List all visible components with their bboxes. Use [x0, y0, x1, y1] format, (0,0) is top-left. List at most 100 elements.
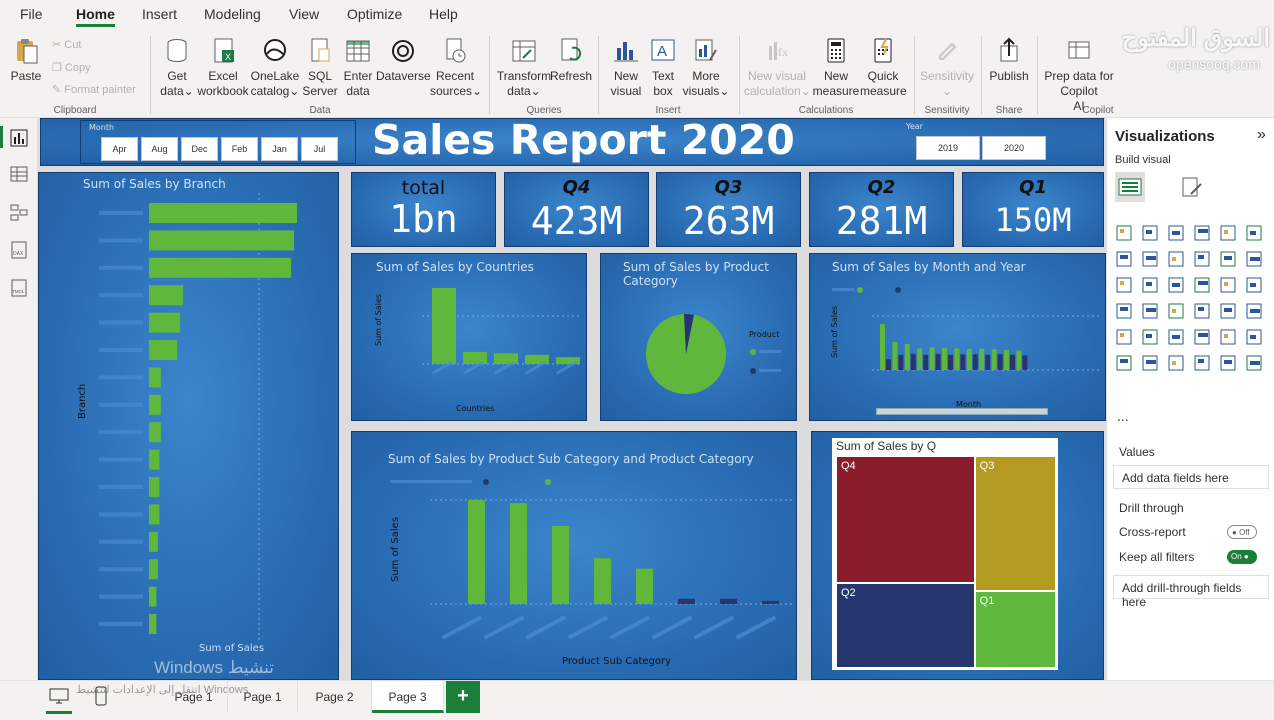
visual-azure-map-icon[interactable]	[1141, 302, 1159, 320]
visual-waterfall-icon[interactable]	[1219, 250, 1237, 268]
page-tab-1[interactable]: Page 1	[160, 681, 228, 713]
visual-100-column-icon[interactable]	[1245, 224, 1263, 242]
report-view-icon[interactable]	[9, 128, 29, 148]
kpi-card-q3[interactable]: Q3 263M	[656, 172, 801, 247]
page-tab-1-copy[interactable]: Page 1	[228, 681, 298, 713]
visual-multirow-card-icon[interactable]	[1219, 302, 1237, 320]
enter-data-button[interactable]: Enter data	[340, 36, 376, 99]
year-option-2020[interactable]: 2020	[982, 136, 1046, 160]
visual-funnel-icon[interactable]	[1245, 250, 1263, 268]
subcategory-chart-visual[interactable]: Sum of Sales by Product Sub Category and…	[351, 431, 797, 680]
countries-chart-visual[interactable]: Sum of Sales by Countries Countries Sum …	[351, 253, 587, 421]
visual-scatter-icon[interactable]	[1115, 276, 1133, 294]
add-drill-through-fields-well[interactable]: Add drill-through fields here	[1113, 575, 1269, 609]
visual-stacked-bar-icon[interactable]	[1115, 224, 1133, 242]
onelake-catalog-button[interactable]: OneLake catalog⌄	[250, 36, 300, 99]
text-box-button[interactable]: A Text box	[646, 36, 680, 99]
recent-sources-button[interactable]: Recent sources⌄	[430, 36, 482, 99]
year-option-2019[interactable]: 2019	[916, 136, 980, 160]
menu-tab-file[interactable]: File	[20, 6, 43, 22]
visual-paginated-icon[interactable]	[1193, 354, 1211, 372]
desktop-layout-icon[interactable]	[48, 687, 70, 705]
cut-button[interactable]: ✂ Cut	[52, 38, 81, 51]
visual-power-apps-icon[interactable]	[1219, 354, 1237, 372]
menu-tab-help[interactable]: Help	[429, 6, 458, 22]
kpi-card-q2[interactable]: Q2 281M	[809, 172, 954, 247]
more-visuals-ellipsis[interactable]: ...	[1117, 408, 1129, 424]
kpi-card-q4[interactable]: Q4 423M	[504, 172, 649, 247]
format-visual-tab-icon[interactable]	[1179, 174, 1205, 200]
visual-map-icon[interactable]	[1219, 276, 1237, 294]
month-option-jul[interactable]: Jul	[301, 137, 338, 161]
treemap-tile-q2[interactable]: Q2	[837, 584, 974, 667]
model-view-icon[interactable]	[9, 202, 29, 222]
refresh-button[interactable]: Refresh	[550, 36, 592, 84]
visual-clustered-column-icon[interactable]	[1193, 224, 1211, 242]
sales-by-q-treemap-visual[interactable]: Sum of Sales by Q Q4 Q2 Q3 Q1	[811, 431, 1104, 680]
menu-tab-view[interactable]: View	[289, 6, 319, 22]
add-page-button[interactable]: +	[446, 681, 480, 713]
visual-stacked-area-icon[interactable]	[1167, 250, 1185, 268]
menu-tab-home[interactable]: Home	[76, 6, 115, 27]
visual-python-visual-icon[interactable]	[1219, 328, 1237, 346]
treemap-tile-q3[interactable]: Q3	[975, 457, 1055, 590]
add-data-fields-well[interactable]: Add data fields here	[1113, 465, 1269, 489]
visual-decomposition-tree-icon[interactable]	[1115, 354, 1133, 372]
month-option-jan[interactable]: Jan	[261, 137, 298, 161]
product-category-chart-visual[interactable]: Sum of Sales by Product Category Product	[600, 253, 797, 421]
menu-tab-optimize[interactable]: Optimize	[347, 6, 402, 22]
month-option-aug[interactable]: Aug	[141, 137, 178, 161]
copy-button[interactable]: ❐ Copy	[52, 61, 91, 74]
visual-card-icon[interactable]	[1193, 302, 1211, 320]
visual-100-bar-icon[interactable]	[1219, 224, 1237, 242]
month-option-apr[interactable]: Apr	[101, 137, 138, 161]
treemap-tile-q4[interactable]: Q4	[837, 457, 974, 583]
format-painter-button[interactable]: ✎ Format painter	[52, 83, 136, 96]
month-option-dec[interactable]: Dec	[181, 137, 218, 161]
visual-pie-icon[interactable]	[1141, 276, 1159, 294]
transform-data-button[interactable]: Transform data⌄	[496, 36, 552, 99]
month-option-feb[interactable]: Feb	[221, 137, 258, 161]
visual-table-icon[interactable]	[1141, 328, 1159, 346]
visual-donut-icon[interactable]	[1167, 276, 1185, 294]
month-chart-scrollbar[interactable]	[876, 408, 1048, 415]
tmdl-view-icon[interactable]: TMDL	[9, 278, 29, 298]
visual-line-icon[interactable]	[1115, 250, 1133, 268]
visual-matrix-icon[interactable]	[1167, 328, 1185, 346]
visual-treemap-icon[interactable]	[1193, 276, 1211, 294]
dax-query-view-icon[interactable]: DAX	[9, 240, 29, 260]
sensitivity-button[interactable]: Sensitivity ⌄	[920, 36, 974, 99]
cross-report-toggle[interactable]: ● Off	[1227, 525, 1257, 539]
build-visual-tab-icon[interactable]	[1115, 172, 1145, 202]
visual-gauge-icon[interactable]	[1167, 302, 1185, 320]
visual-clustered-bar-icon[interactable]	[1167, 224, 1185, 242]
paste-button[interactable]: Paste	[8, 36, 44, 84]
publish-button[interactable]: Publish	[986, 36, 1032, 84]
visual-qa-icon[interactable]	[1141, 354, 1159, 372]
more-visuals-button[interactable]: More visuals⌄	[680, 36, 732, 99]
visual-area-icon[interactable]	[1141, 250, 1159, 268]
treemap-tile-q1[interactable]: Q1	[975, 592, 1055, 667]
month-year-chart-visual[interactable]: Sum of Sales by Month and Year Month Sum…	[809, 253, 1106, 421]
new-visual-button[interactable]: New visual	[606, 36, 646, 99]
page-tab-2[interactable]: Page 2	[298, 681, 372, 713]
visual-narrative-icon[interactable]	[1167, 354, 1185, 372]
dataverse-button[interactable]: Dataverse	[376, 36, 431, 84]
visual-key-influencers-icon[interactable]	[1245, 328, 1263, 346]
kpi-card-total[interactable]: total 1bn	[351, 172, 496, 247]
quick-measure-button[interactable]: Quick measure	[860, 36, 907, 99]
visual-ribbon-icon[interactable]	[1193, 250, 1211, 268]
visual-slicer-icon[interactable]	[1115, 328, 1133, 346]
keep-all-filters-toggle[interactable]: On ●	[1227, 550, 1257, 564]
visual-filled-map-icon[interactable]	[1245, 276, 1263, 294]
new-measure-button[interactable]: New measure	[812, 36, 860, 99]
get-data-button[interactable]: Get data⌄	[156, 36, 198, 99]
collapse-pane-icon[interactable]: »	[1257, 126, 1266, 144]
visual-r-visual-icon[interactable]	[1193, 328, 1211, 346]
excel-workbook-button[interactable]: X Excel workbook	[196, 36, 250, 99]
visual-stacked-column-icon[interactable]	[1141, 224, 1159, 242]
visual-power-automate-icon[interactable]	[1245, 354, 1263, 372]
sql-server-button[interactable]: SQL Server	[302, 36, 338, 99]
visual-kpi-icon[interactable]	[1245, 302, 1263, 320]
menu-tab-modeling[interactable]: Modeling	[204, 6, 261, 22]
